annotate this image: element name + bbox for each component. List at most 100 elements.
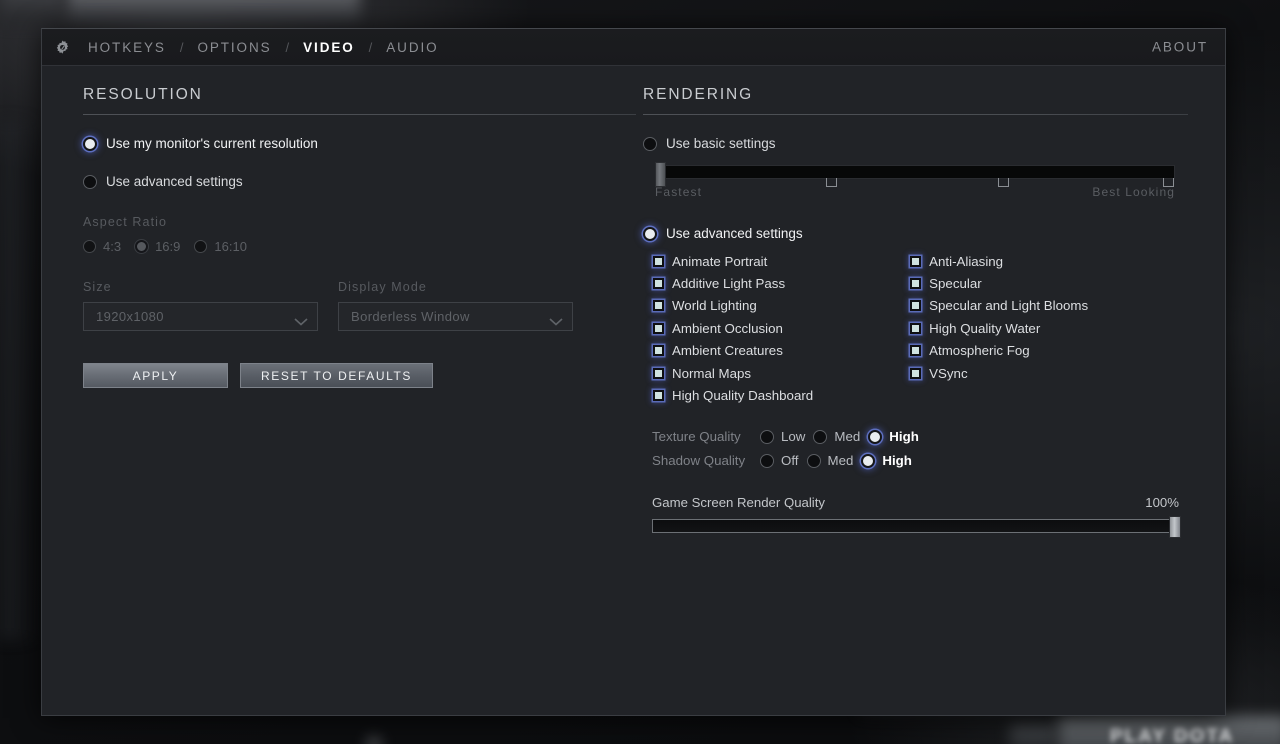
- resolution-rule: [83, 114, 636, 115]
- radio-indicator: [760, 429, 774, 444]
- background-blur-card: [68, 0, 360, 24]
- checkbox-label: High Quality Dashboard: [672, 388, 814, 404]
- radio-label: Med: [827, 453, 854, 469]
- checkbox-label: Atmospheric Fog: [929, 343, 1030, 359]
- background-block: [1010, 724, 1056, 744]
- checkbox-ambient-occlusion[interactable]: Ambient Occlusion: [653, 317, 813, 339]
- settings-panel: HOTKEYS / OPTIONS / VIDEO / AUDIO ABOUT …: [41, 28, 1226, 716]
- radio-use-basic-settings[interactable]: Use basic settings: [643, 136, 1188, 151]
- checkbox-world-lighting[interactable]: World Lighting: [653, 295, 813, 317]
- size-label: Size: [83, 280, 112, 294]
- checkbox-anti-aliasing[interactable]: Anti-Aliasing: [910, 250, 1088, 272]
- checkbox-ambient-creatures[interactable]: Ambient Creatures: [653, 340, 813, 362]
- checkbox-label: Ambient Occlusion: [672, 320, 783, 336]
- rendering-column: RENDERING Use basic settings Fastest Bes…: [643, 66, 1188, 538]
- radio-label: High: [889, 429, 919, 445]
- radio-aspect-16-10[interactable]: 16:10: [194, 239, 247, 254]
- display-mode-dropdown[interactable]: Borderless Window: [338, 302, 573, 331]
- checkbox-indicator: [653, 300, 664, 312]
- tab-options[interactable]: OPTIONS: [196, 38, 272, 57]
- size-dropdown-value: 1920x1080: [96, 309, 164, 324]
- render-quality-slider[interactable]: [652, 515, 1181, 538]
- checkbox-label: Specular: [929, 276, 982, 292]
- background-play-bar: [1058, 716, 1280, 744]
- shadow-quality-row: Shadow Quality Off Med High: [652, 449, 1188, 473]
- checkbox-label: Ambient Creatures: [672, 343, 783, 359]
- nav-separator-2: /: [285, 39, 290, 55]
- basic-slider-track[interactable]: [655, 162, 1175, 187]
- basic-slider-labels: Fastest Best Looking: [655, 185, 1175, 199]
- tab-audio[interactable]: AUDIO: [385, 38, 439, 57]
- checkbox-vsync[interactable]: VSync: [910, 362, 1088, 384]
- checkbox-indicator: [653, 278, 664, 290]
- radio-aspect-4-3[interactable]: 4:3: [83, 239, 121, 254]
- radio-label: 16:10: [214, 239, 247, 254]
- chevron-down-icon: [294, 313, 308, 326]
- radio-label: Use basic settings: [666, 136, 776, 151]
- checkbox-indicator: [910, 322, 922, 334]
- radio-indicator: [643, 226, 657, 241]
- radio-texture-quality-low[interactable]: Low: [760, 429, 805, 444]
- main-nav: HOTKEYS / OPTIONS / VIDEO / AUDIO: [87, 38, 440, 57]
- background-dot: [366, 736, 382, 744]
- background-blur-card-secondary: [0, 0, 62, 24]
- radio-use-advanced-settings[interactable]: Use advanced settings: [643, 226, 1188, 241]
- checkbox-additive-light-pass[interactable]: Additive Light Pass: [653, 272, 813, 294]
- radio-texture-quality-high[interactable]: High: [868, 429, 919, 444]
- display-mode-dropdown-value: Borderless Window: [351, 309, 470, 324]
- checkbox-label: Anti-Aliasing: [929, 253, 1004, 269]
- advanced-checkbox-grid: Animate Portrait Additive Light Pass Wor…: [653, 250, 1188, 407]
- rendering-rule: [643, 114, 1188, 115]
- radio-label: Use my monitor's current resolution: [106, 136, 318, 151]
- display-mode-label: Display Mode: [338, 280, 427, 294]
- checkbox-high-quality-water[interactable]: High Quality Water: [910, 317, 1088, 339]
- apply-button[interactable]: APPLY: [83, 363, 228, 388]
- basic-slider-thumb[interactable]: [655, 162, 666, 187]
- radio-aspect-16-9[interactable]: 16:9: [135, 239, 180, 254]
- radio-texture-quality-med[interactable]: Med: [813, 429, 860, 444]
- aspect-ratio-options: 4:3 16:9 16:10: [83, 239, 636, 254]
- radio-label: 4:3: [103, 239, 122, 254]
- radio-indicator: [868, 429, 883, 444]
- checkbox-label: Animate Portrait: [672, 253, 768, 269]
- tab-video[interactable]: VIDEO: [302, 38, 356, 57]
- checkbox-label: High Quality Water: [929, 320, 1041, 336]
- checkbox-normal-maps[interactable]: Normal Maps: [653, 362, 813, 384]
- size-dropdown[interactable]: 1920x1080: [83, 302, 318, 331]
- game-screen-render-quality: Game Screen Render Quality 100%: [652, 494, 1181, 538]
- checkbox-specular-and-light-blooms[interactable]: Specular and Light Blooms: [910, 295, 1088, 317]
- radio-label: Use advanced settings: [106, 174, 243, 189]
- resolution-advanced-group: Aspect Ratio 4:3 16:9 16:10 Size 1920x10…: [83, 215, 636, 331]
- checkbox-label: VSync: [929, 365, 968, 381]
- basic-slider-max-label: Best Looking: [1092, 185, 1175, 199]
- radio-shadow-quality-off[interactable]: Off: [760, 453, 799, 468]
- radio-indicator: [194, 240, 208, 253]
- aspect-ratio-label: Aspect Ratio: [83, 215, 168, 229]
- checkbox-atmospheric-fog[interactable]: Atmospheric Fog: [910, 340, 1088, 362]
- tab-hotkeys[interactable]: HOTKEYS: [87, 38, 167, 57]
- reset-to-defaults-button[interactable]: RESET TO DEFAULTS: [240, 363, 434, 388]
- radio-shadow-quality-med[interactable]: Med: [806, 453, 854, 469]
- basic-quality-slider[interactable]: Fastest Best Looking: [655, 162, 1175, 199]
- about-link[interactable]: ABOUT: [1152, 40, 1208, 55]
- checkbox-label: Normal Maps: [672, 365, 752, 381]
- radio-use-monitor-resolution[interactable]: Use my monitor's current resolution: [83, 136, 636, 151]
- checkbox-specular[interactable]: Specular: [910, 272, 1088, 294]
- render-quality-slider-thumb[interactable]: [1169, 515, 1181, 538]
- checkbox-high-quality-dashboard[interactable]: High Quality Dashboard: [653, 384, 813, 406]
- checkbox-indicator: [910, 278, 922, 290]
- basic-slider-tick-3: [1163, 178, 1174, 187]
- radio-indicator: [83, 136, 97, 151]
- render-quality-label: Game Screen Render Quality: [652, 494, 825, 510]
- checkbox-label: Specular and Light Blooms: [929, 298, 1089, 314]
- size-group: Size 1920x1080: [83, 280, 318, 331]
- radio-shadow-quality-high[interactable]: High: [861, 453, 912, 468]
- gear-icon[interactable]: [47, 29, 77, 66]
- radio-indicator: [83, 174, 97, 189]
- radio-label: Use advanced settings: [666, 226, 803, 241]
- radio-indicator: [83, 240, 96, 253]
- checkbox-animate-portrait[interactable]: Animate Portrait: [653, 250, 813, 272]
- radio-use-advanced-resolution[interactable]: Use advanced settings: [83, 174, 636, 189]
- radio-indicator: [813, 429, 828, 444]
- settings-body: RESOLUTION Use my monitor's current reso…: [42, 66, 1225, 716]
